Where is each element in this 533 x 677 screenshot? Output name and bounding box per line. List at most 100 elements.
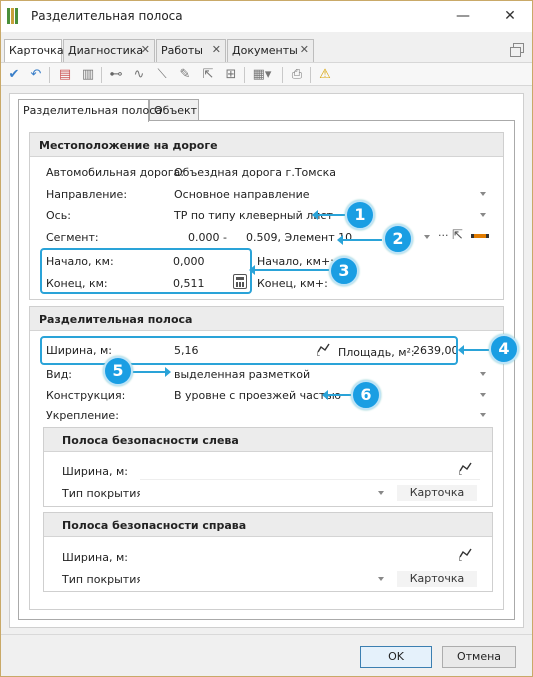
safety-right-cover-label: Тип покрытия: (62, 573, 147, 586)
undo-icon[interactable]: ↶ (27, 66, 45, 84)
restore-window-icon[interactable] (510, 43, 524, 57)
tab-diagnostics[interactable]: Диагностика ✕ (63, 39, 155, 62)
tab-documents[interactable]: Документы ✕ (227, 39, 314, 62)
road-value: Объездная дорога г.Томска (174, 166, 337, 179)
chevron-down-icon[interactable] (480, 192, 486, 196)
close-tab-icon[interactable]: ✕ (141, 43, 150, 56)
cursor-tool-icon[interactable]: ⇱ (199, 66, 217, 84)
line-tool-icon[interactable]: ⟍ (153, 66, 171, 84)
chevron-down-icon[interactable] (378, 577, 384, 581)
callout-arrow-4 (458, 345, 489, 355)
section-header: Полоса безопасности справа (44, 513, 492, 537)
start-kmplus-label: Начало, км+: (257, 255, 334, 268)
chevron-down-icon[interactable] (480, 393, 486, 397)
chevron-down-icon[interactable] (378, 491, 384, 495)
dialog-footer: OK Отмена (1, 634, 532, 676)
segment-tool-icon[interactable]: ⊷ (107, 66, 125, 84)
ok-button[interactable]: OK (360, 646, 432, 668)
close-tab-icon[interactable]: ✕ (212, 43, 221, 56)
tab-label: Работы (161, 44, 203, 57)
svg-text:L: L (459, 557, 462, 561)
safety-right-card-button[interactable]: Карточка (397, 571, 477, 587)
chevron-down-icon[interactable] (480, 213, 486, 217)
toolbar: ✔ ↶ ▤ ▥ ⊷ ∿ ⟍ ✎ ⇱ ⊞ ▦▾ ⎙ ⚠ (1, 62, 532, 86)
save-check-icon[interactable]: ✔ (5, 66, 23, 84)
toolbar-separator (101, 67, 102, 83)
warning-icon[interactable]: ⚠ (316, 66, 334, 84)
construction-select[interactable]: В уровне с проезжей частью (174, 389, 341, 402)
safety-left-width-field[interactable] (140, 462, 480, 480)
tab-label: Диагностика (68, 44, 144, 57)
end-kmplus-label: Конец, км+: (257, 277, 328, 290)
construction-label: Конструкция: (46, 389, 126, 402)
tab-works[interactable]: Работы ✕ (156, 39, 226, 62)
safety-left-width-label: Ширина, м: (62, 465, 128, 478)
type-select[interactable]: выделенная разметкой (174, 368, 310, 381)
cancel-button[interactable]: Отмена (442, 646, 516, 668)
axis-select[interactable]: ТР по типу клеверный лист (174, 209, 333, 222)
toolbar-separator (310, 67, 311, 83)
tab-separator-strip[interactable]: Разделительная полоса (18, 99, 162, 122)
highlight-km-fields (40, 248, 252, 294)
measure-tool-icon[interactable]: ⊞ (222, 66, 240, 84)
highlight-width-area (40, 336, 458, 365)
ruler-icon[interactable] (471, 234, 489, 238)
close-tab-icon[interactable]: ✕ (300, 43, 309, 56)
chevron-down-icon[interactable] (424, 235, 430, 239)
tab-card[interactable]: Карточка (4, 39, 64, 63)
safety-left-cover-select[interactable] (140, 484, 392, 502)
close-button[interactable]: ✕ (499, 5, 521, 27)
toolbar-separator (282, 67, 283, 83)
reinforcement-label: Укрепление: (46, 409, 119, 422)
callout-6: 6 (351, 380, 381, 410)
document-tabs: Карточка Диагностика ✕ Работы ✕ Документ… (1, 39, 532, 63)
safety-right-cover-select[interactable] (140, 570, 392, 588)
direction-select[interactable]: Основное направление (174, 188, 310, 201)
pencil-tool-icon[interactable]: ✎ (176, 66, 194, 84)
app-icon (7, 8, 21, 24)
graph-icon[interactable]: L (459, 461, 473, 475)
segment-start: 0.000 - (188, 231, 227, 244)
callout-arrow-6 (322, 390, 351, 400)
title-bar: Разделительная полоса — ✕ (1, 1, 532, 32)
svg-text:L: L (459, 471, 462, 475)
safety-left-card-button[interactable]: Карточка (397, 485, 477, 501)
section-header: Полоса безопасности слева (44, 428, 492, 452)
section-header: Местоположение на дороге (30, 133, 503, 157)
toolbar-separator (49, 67, 50, 83)
callout-arrow-3 (249, 265, 332, 275)
callout-1: 1 (345, 200, 375, 230)
road-label: Автомобильная дорога: (46, 166, 184, 179)
tab-label: Документы (232, 44, 298, 57)
segment-label: Сегмент: (46, 231, 99, 244)
type-label: Вид: (46, 368, 73, 381)
segment-more-button[interactable]: ··· (438, 229, 449, 242)
callout-arrow-1 (312, 210, 345, 220)
graph-icon[interactable]: L (459, 547, 473, 561)
callout-3: 3 (329, 256, 359, 286)
callout-2: 2 (383, 224, 413, 254)
callout-arrow-5 (132, 367, 171, 377)
curve-tool-icon[interactable]: ∿ (130, 66, 148, 84)
minimize-button[interactable]: — (452, 5, 474, 27)
callout-arrow-2 (337, 235, 382, 245)
callout-5: 5 (103, 356, 133, 386)
clipboard-icon[interactable]: ▥ (79, 66, 97, 84)
locate-cursor-icon[interactable]: ⇱ (452, 228, 463, 243)
safety-right-width-field[interactable] (140, 548, 480, 566)
toolbar-separator (244, 67, 245, 83)
chevron-down-icon[interactable] (480, 372, 486, 376)
axis-label: Ось: (46, 209, 71, 222)
dialog-window: Разделительная полоса — ✕ Карточка Диагн… (0, 0, 533, 677)
direction-label: Направление: (46, 188, 128, 201)
grid-dropdown-icon[interactable]: ▦▾ (250, 66, 274, 84)
tab-label: Карточка (9, 44, 64, 57)
section-header: Разделительная полоса (30, 307, 503, 331)
print-icon[interactable]: ⎙ (288, 66, 306, 84)
chevron-down-icon[interactable] (480, 413, 486, 417)
tab-label: Разделительная полоса (23, 104, 162, 117)
window-title: Разделительная полоса (31, 9, 183, 23)
safety-left-cover-label: Тип покрытия: (62, 487, 147, 500)
safety-right-width-label: Ширина, м: (62, 551, 128, 564)
report-icon[interactable]: ▤ (56, 66, 74, 84)
